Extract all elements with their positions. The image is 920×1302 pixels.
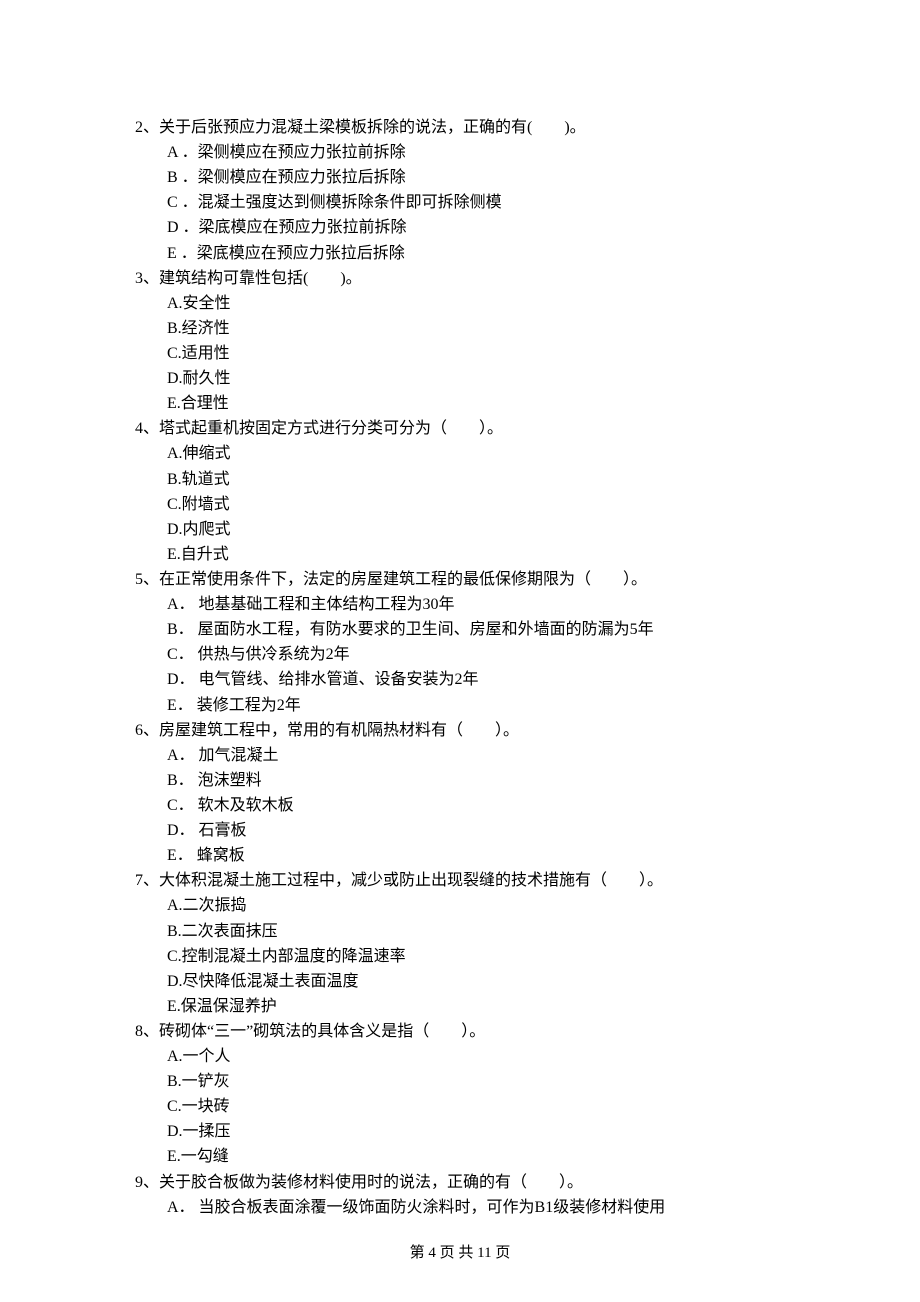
page-content: 2、关于后张预应力混凝土梁模板拆除的说法，正确的有( )。 A ．梁侧模应在预应…	[0, 0, 920, 1220]
option-d: D． 电气管线、给排水管道、设备安装为2年	[167, 667, 820, 692]
question-number: 5、	[135, 571, 159, 588]
option-d: D.耐久性	[167, 366, 820, 391]
option-a: A． 地基基础工程和主体结构工程为30年	[167, 592, 820, 617]
options-list: A ．梁侧模应在预应力张拉前拆除 B ．梁侧模应在预应力张拉后拆除 C ．混凝土…	[135, 140, 820, 266]
option-b: B.二次表面抹压	[167, 919, 820, 944]
question-stem: 6、房屋建筑工程中，常用的有机隔热材料有（ ）。	[135, 718, 820, 743]
option-d: D.尽快降低混凝土表面温度	[167, 969, 820, 994]
options-list: A.二次振捣 B.二次表面抹压 C.控制混凝土内部温度的降温速率 D.尽快降低混…	[135, 893, 820, 1019]
question-stem: 2、关于后张预应力混凝土梁模板拆除的说法，正确的有( )。	[135, 115, 820, 140]
option-a: A.伸缩式	[167, 441, 820, 466]
option-e: E.一勾缝	[167, 1144, 820, 1169]
option-e: E． 装修工程为2年	[167, 693, 820, 718]
option-c: C.附墙式	[167, 492, 820, 517]
option-a: A.二次振捣	[167, 893, 820, 918]
option-e: E.合理性	[167, 391, 820, 416]
question-number: 8、	[135, 1023, 159, 1040]
question-3: 3、建筑结构可靠性包括( )。 A.安全性 B.经济性 C.适用性 D.耐久性 …	[135, 266, 820, 417]
option-d: D.一揉压	[167, 1119, 820, 1144]
question-stem: 5、在正常使用条件下，法定的房屋建筑工程的最低保修期限为（ ）。	[135, 567, 820, 592]
options-list: A． 地基基础工程和主体结构工程为30年 B． 屋面防水工程，有防水要求的卫生间…	[135, 592, 820, 718]
option-c: C.适用性	[167, 341, 820, 366]
question-stem: 9、关于胶合板做为装修材料使用时的说法，正确的有（ ）。	[135, 1170, 820, 1195]
question-text: 塔式起重机按固定方式进行分类可分为（ ）。	[159, 420, 503, 437]
option-b: B ．梁侧模应在预应力张拉后拆除	[167, 165, 820, 190]
question-8: 8、砖砌体“三一”砌筑法的具体含义是指（ ）。 A.一个人 B.一铲灰 C.一块…	[135, 1019, 820, 1170]
question-number: 7、	[135, 872, 159, 889]
question-9: 9、关于胶合板做为装修材料使用时的说法，正确的有（ ）。 A． 当胶合板表面涂覆…	[135, 1170, 820, 1220]
option-a: A ．梁侧模应在预应力张拉前拆除	[167, 140, 820, 165]
question-5: 5、在正常使用条件下，法定的房屋建筑工程的最低保修期限为（ ）。 A． 地基基础…	[135, 567, 820, 718]
option-e: E． 蜂窝板	[167, 843, 820, 868]
option-c: C ．混凝土强度达到侧模拆除条件即可拆除侧模	[167, 190, 820, 215]
option-d: D ．梁底模应在预应力张拉前拆除	[167, 215, 820, 240]
options-list: A． 加气混凝土 B． 泡沫塑料 C． 软木及软木板 D． 石膏板 E． 蜂窝板	[135, 743, 820, 869]
question-stem: 3、建筑结构可靠性包括( )。	[135, 266, 820, 291]
question-text: 大体积混凝土施工过程中，减少或防止出现裂缝的技术措施有（ ）。	[159, 872, 663, 889]
question-stem: 4、塔式起重机按固定方式进行分类可分为（ ）。	[135, 416, 820, 441]
option-c: C.控制混凝土内部温度的降温速率	[167, 944, 820, 969]
question-7: 7、大体积混凝土施工过程中，减少或防止出现裂缝的技术措施有（ ）。 A.二次振捣…	[135, 868, 820, 1019]
options-list: A.伸缩式 B.轨道式 C.附墙式 D.内爬式 E.自升式	[135, 441, 820, 567]
question-stem: 7、大体积混凝土施工过程中，减少或防止出现裂缝的技术措施有（ ）。	[135, 868, 820, 893]
options-list: A.安全性 B.经济性 C.适用性 D.耐久性 E.合理性	[135, 291, 820, 417]
option-a: A． 加气混凝土	[167, 743, 820, 768]
option-a: A． 当胶合板表面涂覆一级饰面防火涂料时，可作为B1级装修材料使用	[167, 1195, 820, 1220]
options-list: A.一个人 B.一铲灰 C.一块砖 D.一揉压 E.一勾缝	[135, 1044, 820, 1170]
question-number: 9、	[135, 1174, 159, 1191]
option-e: E.保温保湿养护	[167, 994, 820, 1019]
option-b: B． 泡沫塑料	[167, 768, 820, 793]
option-a: A.一个人	[167, 1044, 820, 1069]
question-text: 关于胶合板做为装修材料使用时的说法，正确的有（ ）。	[159, 1174, 583, 1191]
question-number: 2、	[135, 119, 159, 136]
option-c: C． 软木及软木板	[167, 793, 820, 818]
question-6: 6、房屋建筑工程中，常用的有机隔热材料有（ ）。 A． 加气混凝土 B． 泡沫塑…	[135, 718, 820, 869]
question-number: 4、	[135, 420, 159, 437]
option-d: D． 石膏板	[167, 818, 820, 843]
option-b: B． 屋面防水工程，有防水要求的卫生间、房屋和外墙面的防漏为5年	[167, 617, 820, 642]
option-b: B.经济性	[167, 316, 820, 341]
question-text: 在正常使用条件下，法定的房屋建筑工程的最低保修期限为（ ）。	[159, 571, 647, 588]
options-list: A． 当胶合板表面涂覆一级饰面防火涂料时，可作为B1级装修材料使用	[135, 1195, 820, 1220]
question-number: 3、	[135, 270, 159, 287]
question-4: 4、塔式起重机按固定方式进行分类可分为（ ）。 A.伸缩式 B.轨道式 C.附墙…	[135, 416, 820, 567]
question-text: 砖砌体“三一”砌筑法的具体含义是指（ ）。	[159, 1023, 485, 1040]
option-e: E ．梁底模应在预应力张拉后拆除	[167, 241, 820, 266]
option-d: D.内爬式	[167, 517, 820, 542]
question-stem: 8、砖砌体“三一”砌筑法的具体含义是指（ ）。	[135, 1019, 820, 1044]
option-b: B.轨道式	[167, 467, 820, 492]
option-a: A.安全性	[167, 291, 820, 316]
option-b: B.一铲灰	[167, 1069, 820, 1094]
question-text: 关于后张预应力混凝土梁模板拆除的说法，正确的有( )。	[159, 119, 586, 136]
question-2: 2、关于后张预应力混凝土梁模板拆除的说法，正确的有( )。 A ．梁侧模应在预应…	[135, 115, 820, 266]
option-c: C． 供热与供冷系统为2年	[167, 642, 820, 667]
page-footer: 第 4 页 共 11 页	[0, 1241, 920, 1262]
question-text: 房屋建筑工程中，常用的有机隔热材料有（ ）。	[159, 722, 519, 739]
option-e: E.自升式	[167, 542, 820, 567]
option-c: C.一块砖	[167, 1094, 820, 1119]
question-text: 建筑结构可靠性包括( )。	[159, 270, 362, 287]
question-number: 6、	[135, 722, 159, 739]
